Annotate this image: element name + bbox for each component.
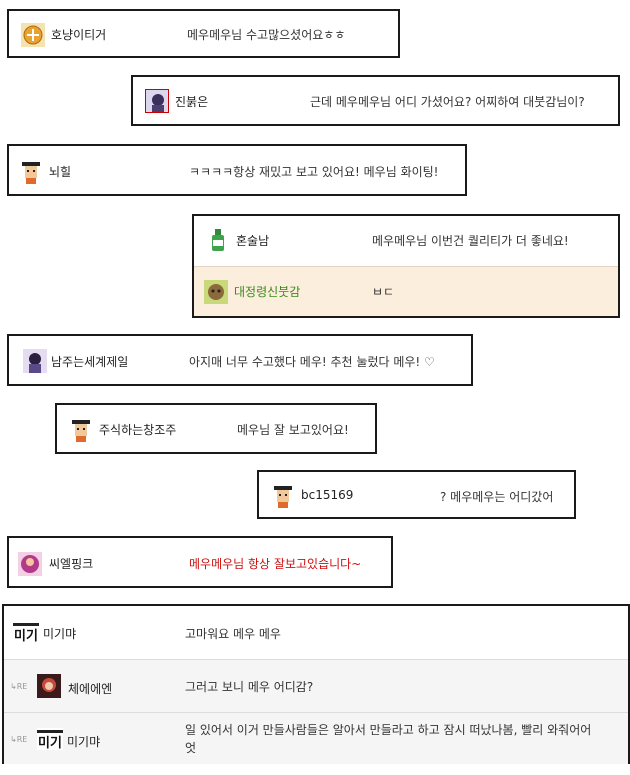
graduate-pixel-avatar[interactable]	[19, 160, 43, 184]
reply-row-highlight: 대정령신붓감 ㅂㄷ	[194, 266, 618, 316]
comment-author[interactable]: 대정령신붓감	[234, 283, 300, 300]
comment-text: 근데 메우메우님 어디 가셨어요? 어찌하여 대붓감님이?	[310, 95, 585, 109]
anime-girl-avatar[interactable]	[145, 89, 169, 113]
thread-reply: ↳RE 미기 미기먀 일 있어서 이거 만들사람들은 알아서 만들라고 하고 잠…	[4, 712, 628, 764]
graduate-pixel-avatar[interactable]	[69, 418, 93, 442]
comment-author[interactable]: 씨엘핑크	[49, 555, 93, 572]
comment-text: 일 있어서 이거 만들사람들은 알아서 만들라고 하고 잠시 떠났나봄, 빨리 …	[185, 723, 592, 737]
comment-author[interactable]: 체에에엔	[68, 680, 112, 697]
comment-thread: 미기 미기먀 고마워요 메우 메우 ↳RE 체에에엔 그러고 보니 메우 어디감…	[2, 604, 630, 764]
comment-card: 호냥이티거 메우메우님 수고많으셨어요ㅎㅎ	[7, 9, 400, 58]
comment-card: 씨엘핑크 메우메우님 항상 잘보고있습니다~	[7, 536, 393, 588]
anime-girl-avatar[interactable]	[23, 349, 47, 373]
migi-logo-icon[interactable]: 미기	[13, 621, 39, 643]
comment-author[interactable]: 미기먀	[67, 733, 100, 750]
comment-text: 메우님 잘 보고있어요!	[237, 423, 349, 437]
thread-comment: 미기 미기먀 고마워요 메우 메우	[4, 606, 628, 659]
comment-card: 뇌힐 ㅋㅋㅋㅋ항상 재밌고 보고 있어요! 메우님 화이팅!	[7, 144, 467, 196]
comment-card: 주식하는창조주 메우님 잘 보고있어요!	[55, 403, 377, 454]
face-avatar[interactable]	[204, 280, 228, 304]
comment-text: 그러고 보니 메우 어디감?	[185, 680, 314, 694]
comment-text: 메우메우님 이번건 퀄리티가 더 좋네요!	[372, 234, 569, 248]
comment-card: bc15169 ? 메우메우는 어디갔어	[257, 470, 576, 519]
comment-author[interactable]: bc15169	[301, 488, 353, 502]
soju-bottle-avatar[interactable]	[206, 228, 230, 252]
red-hair-avatar[interactable]	[37, 674, 61, 698]
comment-card: 남주는세계제일 아지매 너무 수고했다 메우! 추천 눌렀다 메우! ♡	[7, 334, 473, 386]
logo-text: 미기	[38, 735, 62, 750]
pink-avatar[interactable]	[18, 552, 42, 576]
comment-card: 진붉은 근데 메우메우님 어디 가셨어요? 어찌하여 대붓감님이?	[131, 75, 620, 126]
comment-text: 메우메우님 수고많으셨어요ㅎㅎ	[187, 28, 346, 42]
reply-arrow-icon: ↳RE	[10, 735, 28, 744]
comment-text: ㅂㄷ	[372, 285, 395, 299]
comment-author[interactable]: 미기먀	[43, 625, 76, 642]
comment-text-continued: 엇	[185, 741, 197, 755]
comment-author[interactable]: 남주는세계제일	[51, 353, 128, 370]
graduate-pixel-avatar[interactable]	[271, 484, 295, 508]
comment-author[interactable]: 뇌힐	[49, 163, 71, 180]
comment-author[interactable]: 주식하는창조주	[99, 421, 176, 438]
comment-text: 고마워요 메우 메우	[185, 627, 281, 641]
migi-logo-icon[interactable]: 미기	[37, 728, 63, 750]
tiger-badge-icon[interactable]	[21, 23, 45, 47]
comment-text: 아지매 너무 수고했다 메우! 추천 눌렀다 메우! ♡	[189, 355, 435, 369]
comment-card: 혼술남 메우메우님 이번건 퀄리티가 더 좋네요! 대정령신붓감 ㅂㄷ	[192, 214, 620, 318]
comment-author[interactable]: 혼술남	[236, 232, 269, 249]
thread-reply: ↳RE 체에에엔 그러고 보니 메우 어디감?	[4, 659, 628, 712]
reply-arrow-icon: ↳RE	[10, 682, 28, 691]
comment-text: 메우메우님 항상 잘보고있습니다~	[189, 557, 362, 571]
comment-text: ㅋㅋㅋㅋ항상 재밌고 보고 있어요! 메우님 화이팅!	[189, 165, 439, 179]
reply-label: RE	[16, 735, 28, 744]
comment-author[interactable]: 진붉은	[175, 93, 208, 110]
comment-text: ? 메우메우는 어디갔어	[440, 490, 554, 504]
reply-label: RE	[16, 682, 28, 691]
comment-author[interactable]: 호냥이티거	[51, 26, 106, 43]
logo-text: 미기	[14, 628, 38, 643]
